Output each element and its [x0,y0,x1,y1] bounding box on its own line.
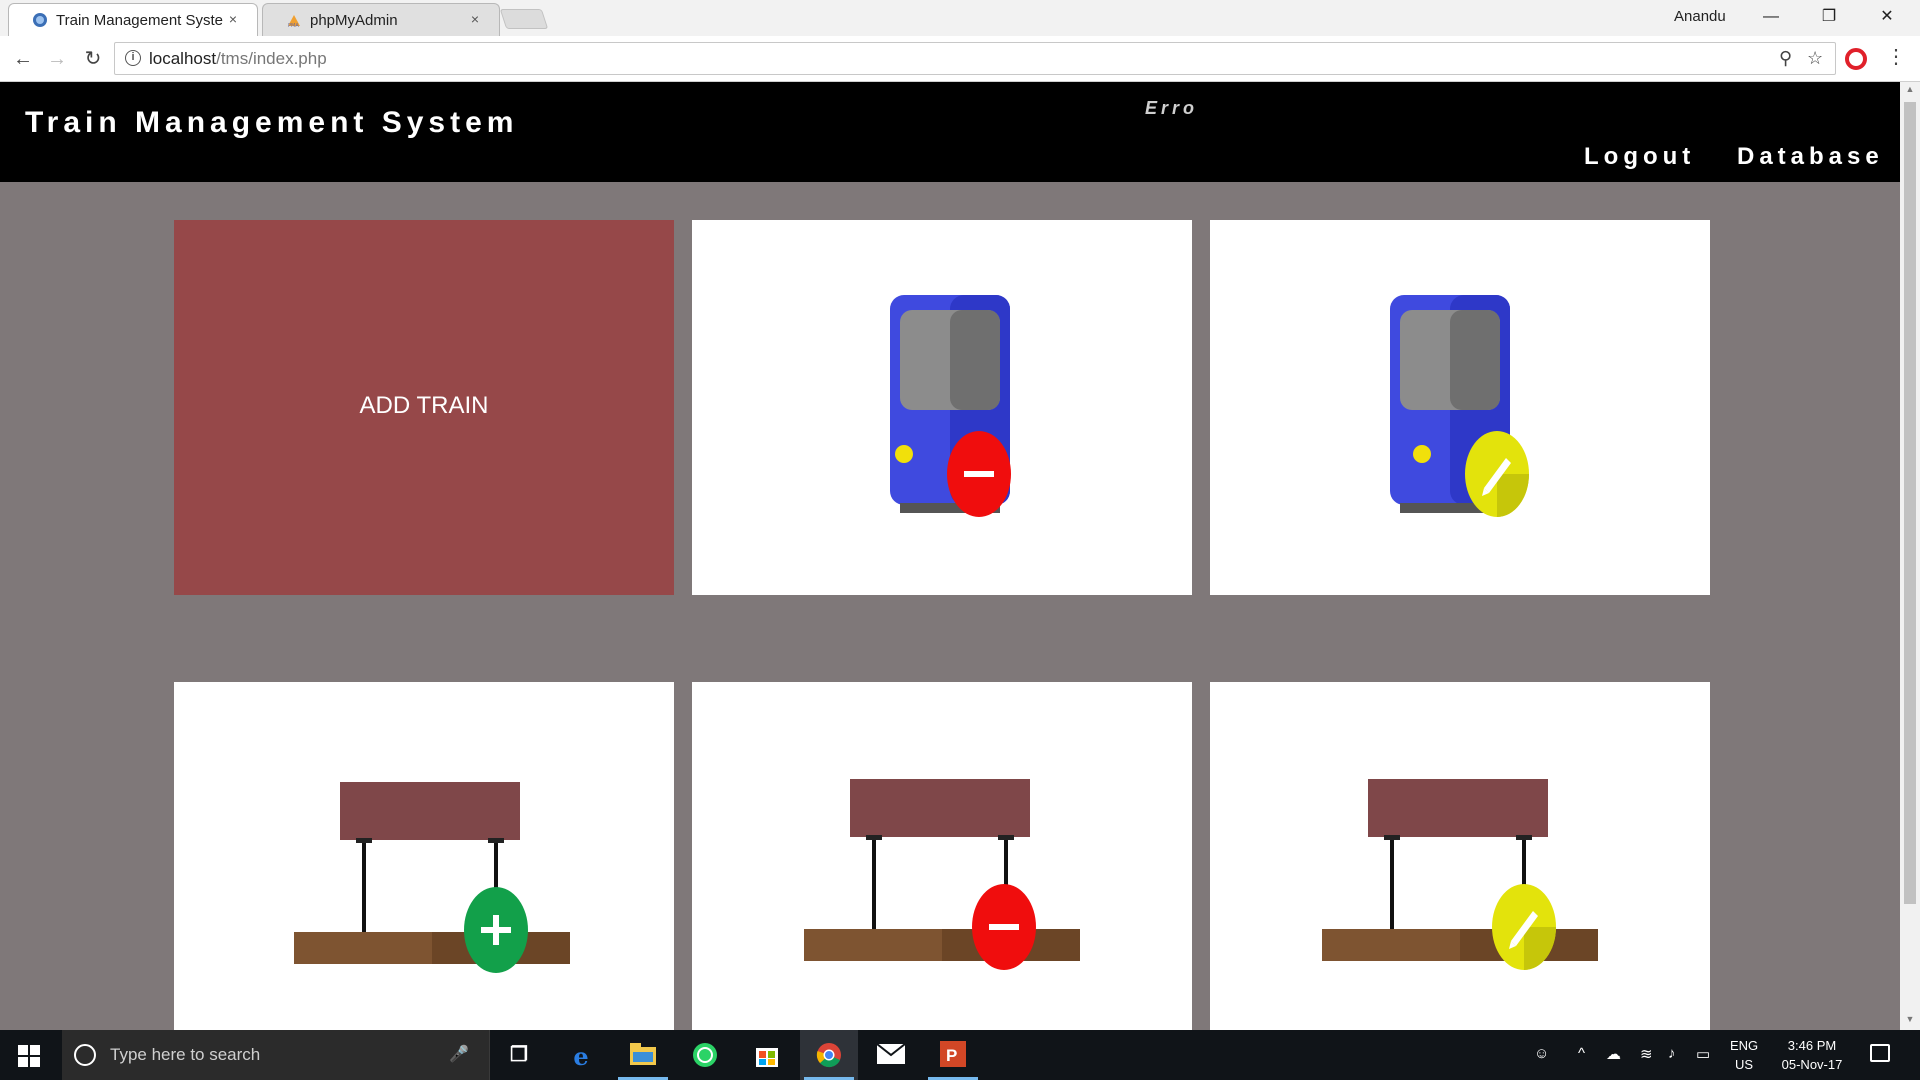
scroll-down-icon[interactable]: ▼ [1904,1014,1916,1028]
svg-text:P: P [946,1046,957,1065]
clock-date: 05-Nov-17 [1781,1057,1843,1072]
search-placeholder: Type here to search [110,1045,261,1064]
site-header: Train Management System Erro Logout Data… [0,82,1900,182]
windows-taskbar: Type here to search 🎤 ❐ e P ☺ ^ ☁ ≋ ♪ ▭ … [0,1030,1920,1080]
edit-train-card[interactable] [1210,220,1710,595]
region-code: US [1735,1057,1754,1072]
taskbar-search[interactable]: Type here to search 🎤 [62,1030,490,1080]
url-path: /tms/index.php [216,49,327,68]
clock-time: 3:46 PM [1787,1038,1837,1053]
url-host: localhost [149,49,217,68]
browser-tabstrip: Train Management Syste × PMA phpMyAdmin … [0,0,1920,36]
close-window-icon[interactable]: ✕ [1858,0,1916,34]
language-code: ENG [1730,1038,1759,1053]
mail-icon[interactable] [862,1030,920,1080]
battery-icon[interactable]: ▭ [1696,1045,1710,1063]
reload-icon[interactable]: ↻ [80,46,106,72]
scroll-up-icon[interactable]: ▲ [1904,84,1916,98]
tab-title: phpMyAdmin [310,12,398,29]
file-explorer-icon[interactable] [614,1030,672,1080]
new-tab-button[interactable] [499,9,549,29]
tab-phpmyadmin[interactable]: PMA phpMyAdmin × [262,3,500,36]
url-text[interactable]: localhost/tms/index.php [149,49,327,69]
site-title: Train Management System [25,106,519,139]
delete-train-card[interactable] [692,220,1192,595]
database-link[interactable]: Database [1737,143,1884,171]
add-station-card[interactable] [174,682,674,1030]
profile-name[interactable]: Anandu [1674,8,1726,25]
edge-icon[interactable]: e [552,1030,610,1080]
station-delete-icon [804,779,1080,970]
notification-icon[interactable] [1870,1044,1890,1062]
browser-toolbar: ← → ↻ i localhost/tms/index.php ⚲ ☆ ⋮ [0,36,1920,82]
station-add-icon [294,782,570,973]
whatsapp-icon[interactable] [676,1030,734,1080]
minimize-icon[interactable]: — [1742,0,1800,34]
back-icon[interactable]: ← [10,46,36,72]
train-edit-icon [1390,295,1529,517]
close-tab-icon[interactable]: × [224,10,242,28]
train-delete-icon [890,295,1011,517]
logout-link[interactable]: Logout [1584,143,1695,171]
onedrive-icon[interactable]: ☁ [1606,1045,1621,1063]
error-text: Erro [1145,98,1199,118]
address-bar[interactable]: i localhost/tms/index.php ⚲ ☆ [114,42,1836,75]
people-icon[interactable]: ☺ [1534,1045,1549,1062]
globe-icon [33,13,47,27]
page-viewport: Train Management System Erro Logout Data… [0,82,1900,1030]
add-train-card[interactable]: ADD TRAIN [174,220,674,595]
scroll-thumb[interactable] [1904,102,1916,904]
svg-text:PMA: PMA [288,23,299,28]
clock[interactable]: 3:46 PM 05-Nov-17 [1776,1036,1848,1074]
phpmyadmin-icon: PMA [288,15,300,28]
tab-title: Train Management Syste [56,12,224,29]
restore-icon[interactable]: ❐ [1800,0,1858,34]
add-train-label: ADD TRAIN [359,392,489,419]
language-indicator[interactable]: ENG US [1730,1036,1758,1074]
chrome-icon[interactable] [800,1030,858,1080]
task-view-icon[interactable]: ❐ [490,1030,548,1080]
station-edit-icon [1322,779,1598,970]
menu-icon[interactable]: ⋮ [1886,44,1906,69]
opera-extension-icon[interactable] [1845,48,1867,70]
volume-icon[interactable]: ♪ [1668,1045,1676,1062]
key-icon[interactable]: ⚲ [1779,48,1792,69]
cortana-icon [74,1044,96,1066]
wifi-icon[interactable]: ≋ [1640,1045,1653,1063]
tab-train-management[interactable]: Train Management Syste × [8,3,258,36]
chevron-up-icon[interactable]: ^ [1578,1045,1585,1062]
edit-station-card[interactable] [1210,682,1710,1030]
microphone-icon[interactable]: 🎤 [449,1044,469,1064]
forward-icon[interactable]: → [44,46,70,72]
delete-station-card[interactable] [692,682,1192,1030]
info-icon[interactable]: i [125,50,141,66]
page-scrollbar[interactable]: ▲ ▼ [1900,82,1920,1030]
star-icon[interactable]: ☆ [1807,48,1823,69]
powerpoint-icon[interactable]: P [924,1030,982,1080]
store-icon[interactable] [738,1030,796,1080]
windows-start-icon[interactable] [18,1045,40,1067]
close-tab-icon[interactable]: × [466,10,484,28]
